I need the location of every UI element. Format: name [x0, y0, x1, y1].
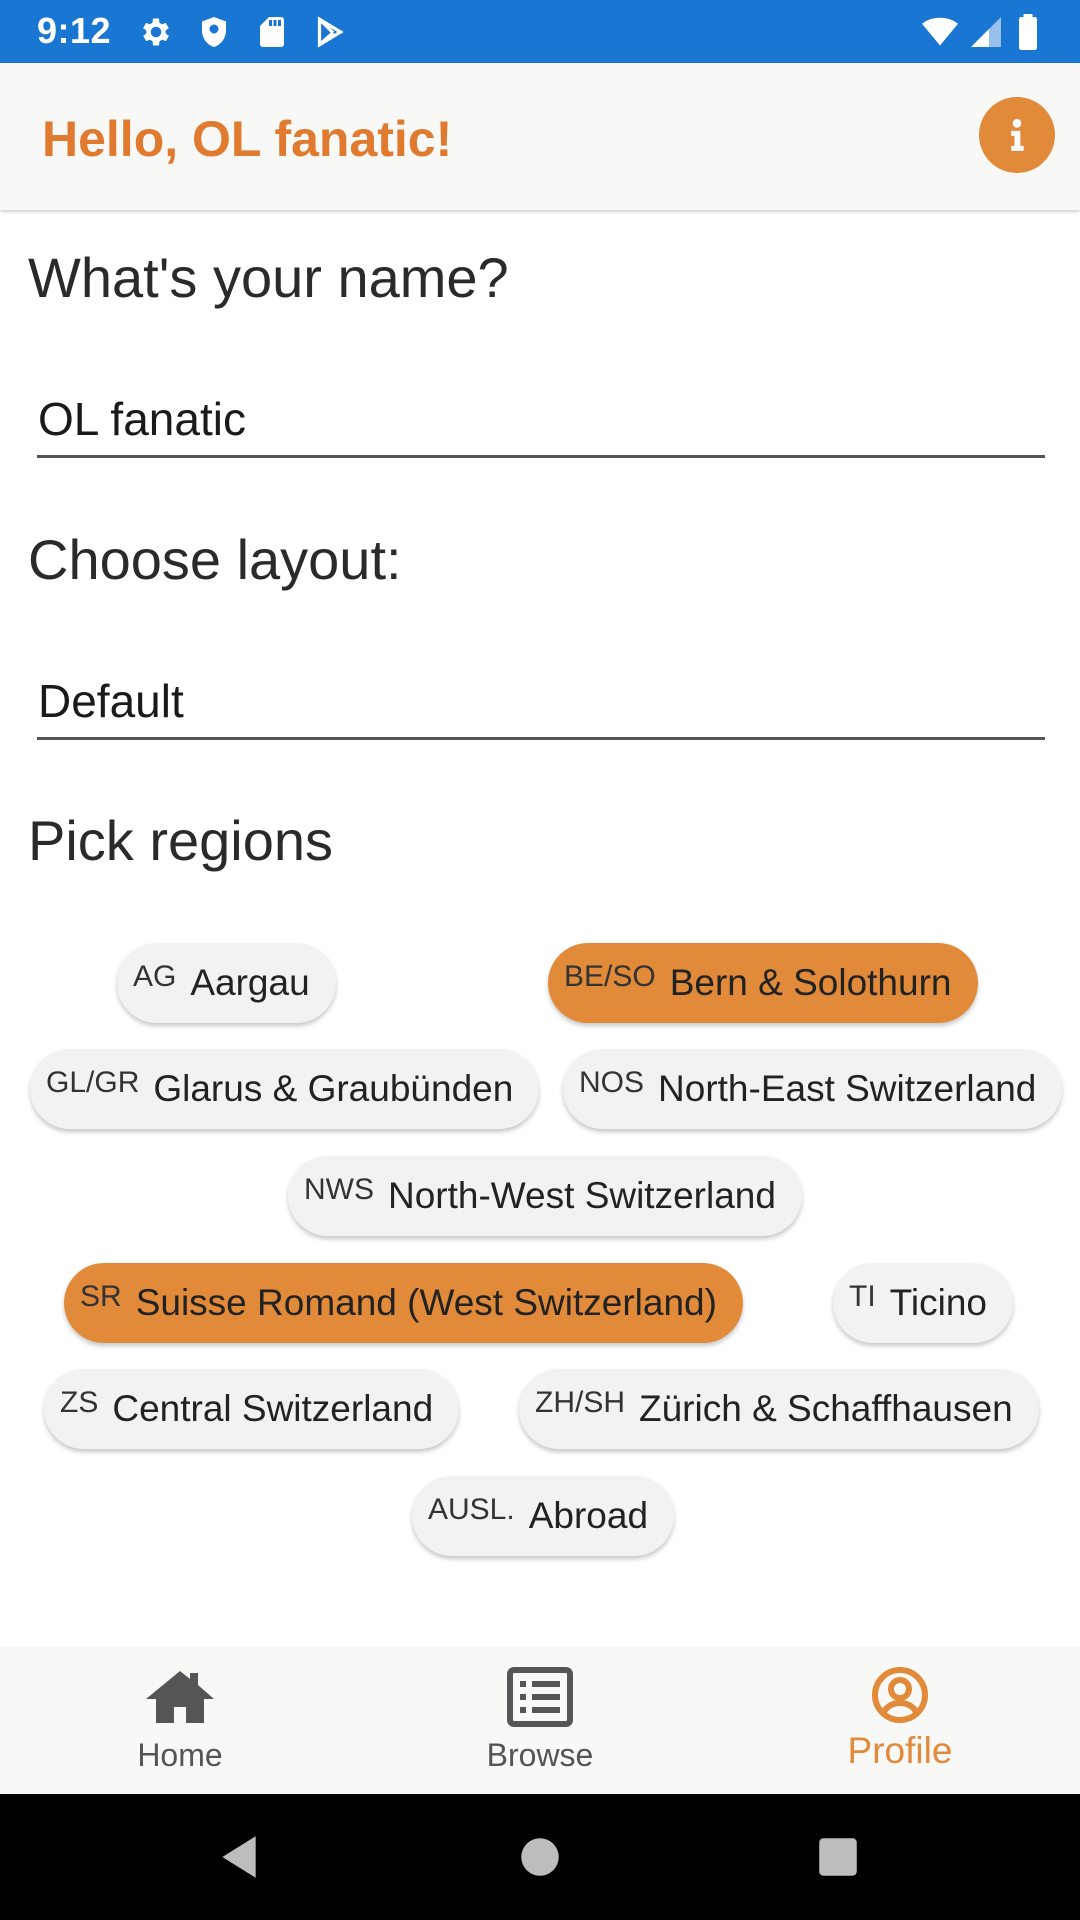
info-icon — [1011, 119, 1024, 151]
cell-signal-icon — [968, 14, 1004, 50]
system-nav-bar — [0, 1794, 1080, 1920]
region-chip-zh-sh[interactable]: ZH/SH Zürich & Schaffhausen — [519, 1369, 1039, 1449]
name-field-value[interactable]: OL fanatic — [38, 391, 1038, 447]
home-circle-icon[interactable] — [515, 1832, 565, 1882]
home-icon — [144, 1667, 216, 1727]
name-field[interactable]: OL fanatic — [37, 385, 1045, 458]
region-code: NOS — [579, 1066, 645, 1099]
region-name: Glarus & Graubünden — [153, 1068, 514, 1109]
name-heading: What's your name? — [28, 246, 509, 309]
regions-heading: Pick regions — [28, 809, 334, 872]
wifi-icon — [918, 14, 962, 50]
layout-heading: Choose layout: — [28, 528, 402, 591]
info-button[interactable] — [979, 97, 1055, 173]
region-name: North-West Switzerland — [388, 1175, 776, 1216]
region-name: North-East Switzerland — [658, 1068, 1037, 1109]
nav-home[interactable]: Home — [0, 1647, 360, 1794]
gear-icon — [138, 14, 174, 50]
region-code: GL/GR — [46, 1066, 140, 1099]
recents-icon[interactable] — [813, 1832, 863, 1882]
back-icon[interactable] — [214, 1832, 264, 1882]
region-chip-zs[interactable]: ZS Central Switzerland — [44, 1369, 460, 1449]
region-chip-gl-gr[interactable]: GL/GR Glarus & Graubünden — [30, 1049, 540, 1129]
shield-icon — [196, 14, 232, 50]
region-chip-sr[interactable]: SR Suisse Romand (West Switzerland) — [64, 1263, 743, 1343]
region-code: ZS — [60, 1386, 99, 1419]
region-name: Abroad — [528, 1495, 649, 1536]
sd-card-icon — [254, 14, 290, 50]
region-code: BE/SO — [564, 960, 656, 993]
region-code: AUSL. — [428, 1493, 515, 1526]
region-name: Central Switzerland — [112, 1388, 434, 1429]
nav-profile[interactable]: Profile — [720, 1647, 1080, 1794]
region-chip-nws[interactable]: NWS North-West Switzerland — [288, 1156, 802, 1236]
layout-select-value[interactable]: Default — [38, 673, 1038, 729]
region-name: Aargau — [190, 962, 310, 1003]
region-code: SR — [80, 1280, 122, 1313]
play-store-icon — [312, 14, 348, 50]
region-name: Ticino — [889, 1282, 987, 1323]
region-code: ZH/SH — [535, 1386, 625, 1419]
app-bar: Hello, OL fanatic! — [0, 63, 1080, 210]
layout-select[interactable]: Default — [37, 667, 1045, 740]
nav-browse[interactable]: Browse — [360, 1647, 720, 1794]
region-name: Suisse Romand (West Switzerland) — [135, 1282, 717, 1323]
region-chip-be-so[interactable]: BE/SO Bern & Solothurn — [548, 943, 978, 1023]
bottom-nav: Home Browse Profile — [0, 1647, 1080, 1794]
region-name: Zürich & Schaffhausen — [639, 1388, 1013, 1429]
region-code: AG — [133, 960, 177, 993]
region-code: TI — [849, 1280, 876, 1313]
profile-icon — [864, 1667, 936, 1727]
app-title: Hello, OL fanatic! — [42, 111, 453, 167]
region-chip-ausl[interactable]: AUSL. Abroad — [412, 1476, 675, 1556]
status-time: 9:12 — [37, 10, 112, 51]
battery-icon — [1016, 14, 1046, 50]
region-chip-ag[interactable]: AG Aargau — [117, 943, 336, 1023]
region-code: NWS — [304, 1173, 374, 1206]
list-icon — [504, 1667, 576, 1727]
region-chip-nos[interactable]: NOS North-East Switzerland — [563, 1049, 1063, 1129]
nav-profile-label: Profile — [847, 1730, 953, 1771]
region-name: Bern & Solothurn — [669, 962, 952, 1003]
status-bar: 9:12 — [0, 0, 1080, 63]
nav-browse-label: Browse — [486, 1737, 594, 1773]
nav-home-label: Home — [137, 1737, 223, 1773]
region-chip-ti[interactable]: TI Ticino — [833, 1263, 1013, 1343]
